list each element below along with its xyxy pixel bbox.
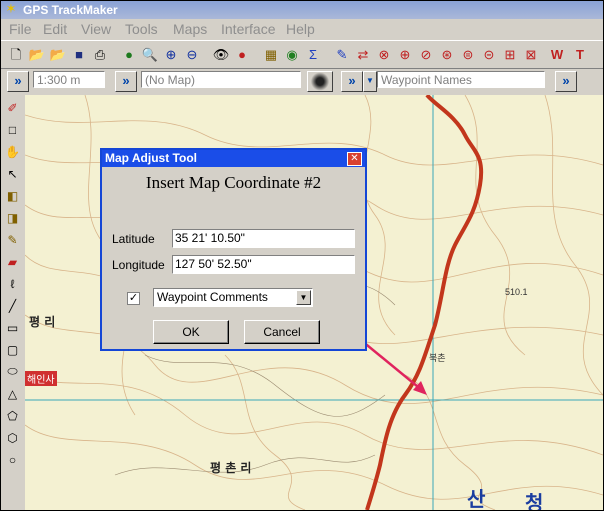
tool-6-icon[interactable]: ⊛ [437, 44, 457, 64]
menu-help[interactable]: Help [286, 21, 315, 37]
sum-icon[interactable]: Σ [303, 44, 323, 64]
rectangle-icon[interactable]: ▭ [4, 319, 21, 336]
tool-10-icon[interactable]: ⊠ [521, 44, 541, 64]
longitude-label: Longitude [112, 258, 165, 272]
zoom-in-icon[interactable]: ⊕ [161, 44, 181, 64]
tool-3-icon[interactable]: ⊗ [374, 44, 394, 64]
layers-icon[interactable]: ◧ [4, 187, 21, 204]
menu-maps[interactable]: Maps [173, 21, 207, 37]
spot-label: 북촌 [429, 354, 446, 364]
triangle-icon[interactable]: △ [4, 385, 21, 402]
line-icon[interactable]: ╱ [4, 297, 21, 314]
open-folder-2-icon[interactable]: 📂 [48, 44, 68, 64]
eye-icon[interactable]: 👁 [211, 44, 231, 64]
menu-interface[interactable]: Interface [221, 21, 275, 37]
tool-2-icon[interactable]: ⇄ [353, 44, 373, 64]
ellipse-icon[interactable]: ⬭ [4, 363, 21, 380]
print-icon[interactable]: ⎙ [90, 44, 110, 64]
circle-icon[interactable]: ○ [4, 451, 21, 468]
scale-expand-button[interactable]: » [7, 71, 29, 92]
combo-value: Waypoint Comments [157, 290, 268, 304]
tool-7-icon[interactable]: ⊜ [458, 44, 478, 64]
pencil-icon[interactable]: ✎ [4, 231, 21, 248]
tool-1-icon[interactable]: ✎ [332, 44, 352, 64]
longitude-field[interactable]: 127 50' 52.50" [172, 255, 355, 274]
waypoint-comments-combo[interactable]: Waypoint Comments ▼ [153, 288, 313, 307]
temple-label: 해인사 [25, 371, 57, 386]
village-label-2: 평 촌 리 [210, 461, 252, 475]
layers-2-icon[interactable]: ◨ [4, 209, 21, 226]
window-title: GPS TrackMaker [23, 3, 118, 17]
new-file-icon[interactable]: 🗋 [6, 44, 26, 64]
menu-tools[interactable]: Tools [125, 21, 158, 37]
names-more-button[interactable]: » [555, 71, 577, 92]
elevation-label: 510.1 [505, 287, 528, 297]
village-label-1: 평 리 [29, 315, 56, 329]
close-icon[interactable]: ✕ [347, 152, 362, 166]
menu-file[interactable]: File [9, 21, 32, 37]
app-logo-icon: ✶ [5, 1, 17, 16]
rounded-rect-icon[interactable]: ▢ [4, 341, 21, 358]
left-toolbar: ✐ □ ✋ ↖ ◧ ◨ ✎ ▰ ℓ ╱ ▭ ▢ ⬭ △ ⬠ ⬡ ○ [1, 95, 26, 510]
map-preview-button[interactable] [307, 71, 333, 92]
names-dropdown-icon[interactable]: ▼ [363, 71, 377, 92]
tool-5-icon[interactable]: ⊘ [416, 44, 436, 64]
ok-button[interactable]: OK [153, 320, 229, 344]
menu-edit[interactable]: Edit [43, 21, 67, 37]
latitude-label: Latitude [112, 232, 155, 246]
cancel-button[interactable]: Cancel [244, 320, 320, 344]
region-label-2: 청 [525, 491, 544, 510]
grid-icon[interactable]: ▦ [261, 44, 281, 64]
open-folder-icon[interactable]: 📂 [27, 44, 47, 64]
tool-9-icon[interactable]: ⊞ [500, 44, 520, 64]
dialog-title: Map Adjust Tool [102, 150, 365, 167]
region-label-1: 산 [467, 487, 486, 510]
tool-4-icon[interactable]: ⊕ [395, 44, 415, 64]
pan-tool-icon[interactable]: ✋ [4, 143, 21, 160]
cursor-icon[interactable]: ↖ [4, 165, 21, 182]
dialog-heading: Insert Map Coordinate #2 [145, 173, 322, 192]
secondary-toolbar: » 1:300 m » (No Map) » ▼ Waypoint Names … [1, 68, 603, 94]
globe-icon[interactable]: ● [119, 44, 139, 64]
app-window: ✶ GPS TrackMaker File Edit View Tools Ma… [0, 0, 604, 511]
main-toolbar: 🗋 📂 📂 ■ ⎙ ● 🔍 ⊕ ⊖ 👁 ● ▦ ◉ Σ ✎ ⇄ ⊗ ⊕ ⊘ ⊛ … [1, 40, 603, 69]
title-bar: ✶ GPS TrackMaker [1, 1, 603, 19]
waypoint-comments-checkbox[interactable]: ✓ [127, 292, 140, 305]
names-expand-button[interactable]: » [341, 71, 363, 92]
menu-view[interactable]: View [81, 21, 111, 37]
latitude-field[interactable]: 35 21' 10.50" [172, 229, 355, 248]
zoom-out-icon[interactable]: ⊖ [182, 44, 202, 64]
waypoint-tool-icon[interactable]: ✐ [4, 99, 21, 116]
map-expand-button[interactable]: » [115, 71, 137, 92]
map-field[interactable]: (No Map) [141, 71, 301, 88]
chevron-down-icon[interactable]: ▼ [296, 290, 311, 305]
tool-8-icon[interactable]: ⊝ [479, 44, 499, 64]
red-road [365, 95, 484, 510]
pentagon-icon[interactable]: ⬠ [4, 407, 21, 424]
hexagon-icon[interactable]: ⬡ [4, 429, 21, 446]
select-box-icon[interactable]: □ [4, 121, 21, 138]
map-adjust-dialog: Map Adjust Tool ✕ Insert Map Coordinate … [100, 148, 367, 351]
gps-icon[interactable]: ◉ [282, 44, 302, 64]
menu-bar: File Edit View Tools Maps Interface Help [1, 19, 603, 39]
names-field[interactable]: Waypoint Names [377, 71, 545, 88]
eraser-icon[interactable]: ▰ [4, 253, 21, 270]
waypoint-text-icon[interactable]: W [547, 44, 567, 64]
colors-icon[interactable]: ● [232, 44, 252, 64]
zoom-icon[interactable]: 🔍 [140, 44, 160, 64]
text-tool-icon[interactable]: T [570, 44, 590, 64]
freehand-icon[interactable]: ℓ [4, 275, 21, 292]
save-icon[interactable]: ■ [69, 44, 89, 64]
scale-field[interactable]: 1:300 m [33, 71, 105, 88]
